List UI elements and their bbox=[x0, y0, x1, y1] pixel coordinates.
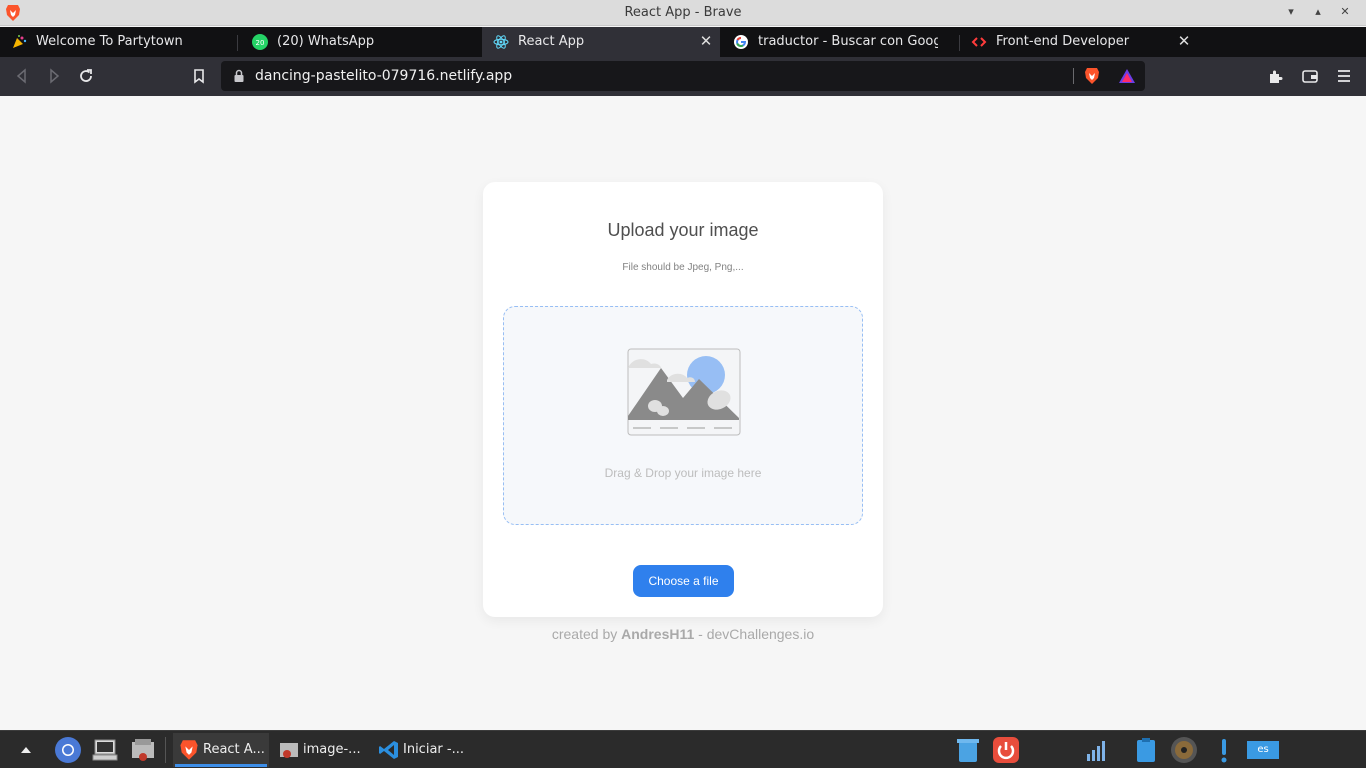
power-icon[interactable] bbox=[992, 736, 1020, 764]
keyboard-language-indicator[interactable]: es bbox=[1247, 741, 1279, 759]
bookmark-icon[interactable] bbox=[190, 67, 208, 85]
drop-zone-text: Drag & Drop your image here bbox=[604, 466, 762, 480]
whatsapp-badge: 20 bbox=[256, 39, 265, 47]
whatsapp-icon: 20 bbox=[252, 34, 268, 50]
brave-shields-icon[interactable] bbox=[1084, 67, 1100, 85]
trash-icon[interactable] bbox=[954, 736, 982, 764]
tab-label: Front-end Developer bbox=[996, 34, 1130, 49]
tab-separator bbox=[237, 35, 238, 51]
taskbar-app-label: React A... bbox=[203, 742, 265, 757]
upload-subtitle: File should be Jpeg, Png,... bbox=[622, 262, 744, 273]
tab-whatsapp[interactable]: 20 (20) WhatsApp bbox=[241, 27, 479, 57]
chromium-icon[interactable] bbox=[54, 736, 82, 764]
tab-close-icon[interactable]: ✕ bbox=[698, 33, 714, 49]
file-manager-icon[interactable] bbox=[129, 736, 157, 764]
forward-icon[interactable] bbox=[45, 67, 63, 85]
taskbar-menu-up-icon[interactable] bbox=[12, 736, 40, 764]
brave-icon bbox=[180, 740, 198, 760]
taskbar-separator bbox=[165, 737, 166, 763]
choose-file-button[interactable]: Choose a file bbox=[633, 565, 734, 597]
wallet-icon[interactable] bbox=[1301, 67, 1319, 85]
clipboard-icon[interactable] bbox=[1132, 736, 1160, 764]
tab-close-icon[interactable]: ✕ bbox=[1176, 33, 1192, 49]
window-titlebar: React App - Brave ▾ ▴ ✕ bbox=[0, 0, 1366, 26]
back-icon[interactable] bbox=[13, 67, 31, 85]
code-icon bbox=[971, 37, 987, 47]
tab-partytown[interactable]: Welcome To Partytown bbox=[0, 27, 238, 57]
url-separator bbox=[1073, 68, 1074, 84]
url-text[interactable]: dancing-pastelito-079716.netlify.app bbox=[255, 68, 512, 84]
credits-author: AndresH11 bbox=[621, 626, 695, 642]
window-title: React App - Brave bbox=[624, 5, 742, 20]
tab-google-translate[interactable]: traductor - Buscar con Google bbox=[722, 27, 960, 57]
brave-rewards-icon[interactable] bbox=[1118, 67, 1136, 85]
taskbar-app-vscode[interactable]: Iniciar -... bbox=[373, 733, 469, 767]
disc-icon[interactable] bbox=[1170, 736, 1198, 764]
browser-toolbar: dancing-pastelito-079716.netlify.app bbox=[0, 57, 1366, 96]
image-placeholder-icon bbox=[627, 348, 741, 436]
vscode-icon bbox=[379, 741, 398, 759]
window-menu-icon[interactable]: ▾ bbox=[1283, 4, 1299, 20]
taskbar-app-image-viewer[interactable]: image-... bbox=[273, 733, 369, 767]
taskbar-app-brave[interactable]: React A... bbox=[173, 733, 269, 767]
taskbar-app-label: Iniciar -... bbox=[403, 742, 464, 757]
tab-frontend-developer[interactable]: Front-end Developer ✕ bbox=[960, 27, 1198, 57]
tab-label: traductor - Buscar con Google bbox=[758, 34, 938, 49]
notification-exclamation-icon[interactable] bbox=[1210, 736, 1238, 764]
window-maximize-icon[interactable]: ▴ bbox=[1310, 4, 1326, 20]
tab-strip: Welcome To Partytown 20 (20) WhatsApp Re… bbox=[0, 27, 1366, 78]
footer-credits: created by AndresH11 - devChallenges.io bbox=[0, 626, 1366, 642]
tab-react-app[interactable]: React App ✕ bbox=[482, 27, 720, 57]
extensions-puzzle-icon[interactable] bbox=[1267, 67, 1285, 85]
partytown-icon bbox=[13, 35, 27, 48]
taskbar-app-label: image-... bbox=[303, 742, 361, 757]
signal-bars-icon[interactable] bbox=[1083, 736, 1111, 764]
menu-hamburger-icon[interactable] bbox=[1335, 67, 1353, 85]
credits-prefix: created by bbox=[551, 626, 618, 642]
tab-label: React App bbox=[518, 34, 585, 49]
web-page: Upload your image File should be Jpeg, P… bbox=[0, 96, 1366, 730]
upload-card: Upload your image File should be Jpeg, P… bbox=[483, 182, 883, 617]
window-close-icon[interactable]: ✕ bbox=[1337, 4, 1353, 20]
tab-label: Welcome To Partytown bbox=[36, 34, 183, 49]
tab-label: (20) WhatsApp bbox=[277, 34, 375, 49]
lock-icon[interactable] bbox=[233, 69, 245, 83]
credits-suffix: - devChallenges.io bbox=[698, 626, 815, 642]
google-icon bbox=[734, 35, 748, 49]
reload-icon[interactable] bbox=[77, 67, 95, 85]
image-viewer-icon bbox=[280, 743, 298, 758]
react-icon bbox=[493, 35, 509, 49]
drop-zone[interactable]: Drag & Drop your image here bbox=[503, 306, 863, 525]
computer-icon[interactable] bbox=[91, 736, 119, 764]
os-taskbar: React A... image-... Iniciar -... es bbox=[0, 730, 1366, 768]
upload-title: Upload your image bbox=[607, 220, 759, 240]
address-bar[interactable]: dancing-pastelito-079716.netlify.app bbox=[221, 61, 1145, 91]
